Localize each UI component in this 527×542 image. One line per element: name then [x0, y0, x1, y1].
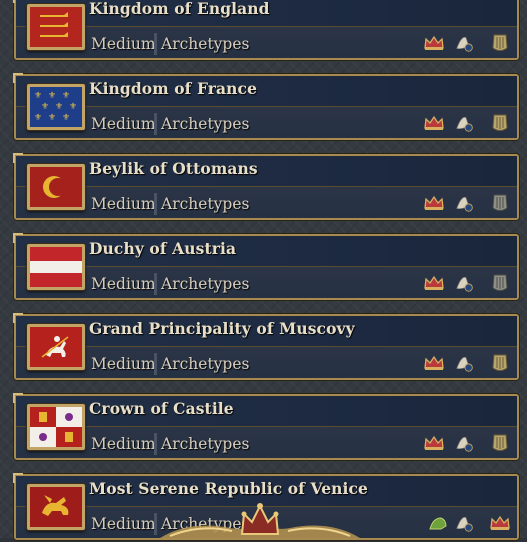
separator — [154, 513, 157, 535]
svg-text:⚜: ⚜ — [48, 91, 56, 101]
country-name: Kingdom of England — [89, 0, 270, 18]
shield-icon[interactable] — [489, 352, 511, 374]
shield-icon[interactable] — [489, 512, 511, 534]
separator — [154, 33, 157, 55]
country-name: Kingdom of France — [89, 79, 258, 98]
crown-icon[interactable] — [423, 112, 445, 134]
title-bar: Kingdom of France — [16, 76, 517, 107]
shield-icon[interactable] — [489, 112, 511, 134]
svg-text:⚜: ⚜ — [62, 113, 70, 123]
svg-text:⚜: ⚜ — [41, 102, 49, 112]
country-name: Crown of Castile — [89, 399, 234, 418]
shield-icon[interactable] — [489, 432, 511, 454]
archetypes-label[interactable]: Archetypes — [161, 195, 249, 213]
country-list[interactable]: Kingdom of England Medium Archetypes Kin… — [0, 0, 527, 540]
separator — [154, 433, 157, 455]
detail-bar: Medium Archetypes — [16, 267, 517, 298]
svg-text:⚜: ⚜ — [48, 113, 56, 123]
separator — [154, 193, 157, 215]
detail-bar: Medium Archetypes — [16, 347, 517, 378]
country-name: Most Serene Republic of Venice — [89, 479, 369, 498]
country-name: Grand Principality of Muscovy — [89, 319, 355, 338]
crown-ornament — [160, 498, 360, 538]
crown-icon[interactable] — [423, 432, 445, 454]
difficulty-label: Medium — [91, 115, 156, 133]
difficulty-label: Medium — [91, 355, 156, 373]
country-card-castile[interactable]: Crown of Castile Medium Archetypes — [13, 393, 519, 460]
separator — [154, 353, 157, 375]
difficulty-label: Medium — [91, 515, 156, 533]
difficulty-label: Medium — [91, 35, 156, 53]
country-card-ottomans[interactable]: Beylik of Ottomans Medium Archetypes — [13, 153, 519, 220]
venice-lion-flag — [27, 484, 85, 530]
shield-icon[interactable] — [489, 272, 511, 294]
country-name: Beylik of Ottomans — [89, 159, 258, 178]
archetypes-label[interactable]: Archetypes — [161, 355, 249, 373]
separator — [154, 113, 157, 135]
archetypes-label[interactable]: Archetypes — [161, 275, 249, 293]
archetypes-label[interactable]: Archetypes — [161, 435, 249, 453]
detail-bar: Medium Archetypes — [16, 187, 517, 218]
country-name: Duchy of Austria — [89, 239, 237, 258]
scroll-icon[interactable] — [454, 352, 476, 374]
scroll-icon[interactable] — [454, 192, 476, 214]
shield-icon[interactable] — [489, 32, 511, 54]
ottoman-crescent-flag — [27, 164, 85, 210]
title-bar: Kingdom of England — [16, 0, 517, 27]
scroll-icon[interactable] — [454, 432, 476, 454]
svg-text:⚜: ⚜ — [55, 102, 63, 112]
svg-text:⚜: ⚜ — [62, 91, 70, 101]
scroll-icon[interactable] — [454, 112, 476, 134]
crown-icon[interactable] — [427, 512, 449, 534]
england-lions-flag — [27, 4, 85, 50]
crown-icon[interactable] — [423, 272, 445, 294]
crown-icon[interactable] — [423, 32, 445, 54]
archetypes-label[interactable]: Archetypes — [161, 35, 249, 53]
title-bar: Crown of Castile — [16, 396, 517, 427]
crown-icon[interactable] — [423, 352, 445, 374]
scroll-icon[interactable] — [454, 272, 476, 294]
svg-text:⚜: ⚜ — [34, 113, 42, 123]
archetypes-label[interactable]: Archetypes — [161, 115, 249, 133]
title-bar: Grand Principality of Muscovy — [16, 316, 517, 347]
title-bar: Beylik of Ottomans — [16, 156, 517, 187]
separator — [154, 273, 157, 295]
france-fleur-de-lis-flag: ⚜ ⚜ ⚜ ⚜ ⚜ ⚜ ⚜ ⚜ ⚜ — [27, 84, 85, 130]
title-bar: Duchy of Austria — [16, 236, 517, 267]
difficulty-label: Medium — [91, 435, 156, 453]
svg-text:⚜: ⚜ — [34, 91, 42, 101]
detail-bar: Medium Archetypes — [16, 27, 517, 58]
country-card-muscovy[interactable]: Grand Principality of Muscovy Medium Arc… — [13, 313, 519, 380]
country-card-austria[interactable]: Duchy of Austria Medium Archetypes — [13, 233, 519, 300]
muscovy-rider-flag — [27, 324, 85, 370]
castile-leon-flag — [27, 404, 85, 450]
difficulty-label: Medium — [91, 275, 156, 293]
svg-text:⚜: ⚜ — [69, 102, 77, 112]
detail-bar: Medium Archetypes — [16, 107, 517, 138]
scroll-icon[interactable] — [454, 32, 476, 54]
crown-icon[interactable] — [423, 192, 445, 214]
shield-icon[interactable] — [489, 192, 511, 214]
scroll-icon[interactable] — [454, 512, 476, 534]
austria-stripes-flag — [27, 244, 85, 290]
detail-bar: Medium Archetypes — [16, 427, 517, 458]
country-card-france[interactable]: Kingdom of France Medium Archetypes ⚜ ⚜ ⚜ ⚜… — [13, 73, 519, 140]
country-card-england[interactable]: Kingdom of England Medium Archetypes — [13, 0, 519, 60]
difficulty-label: Medium — [91, 195, 156, 213]
